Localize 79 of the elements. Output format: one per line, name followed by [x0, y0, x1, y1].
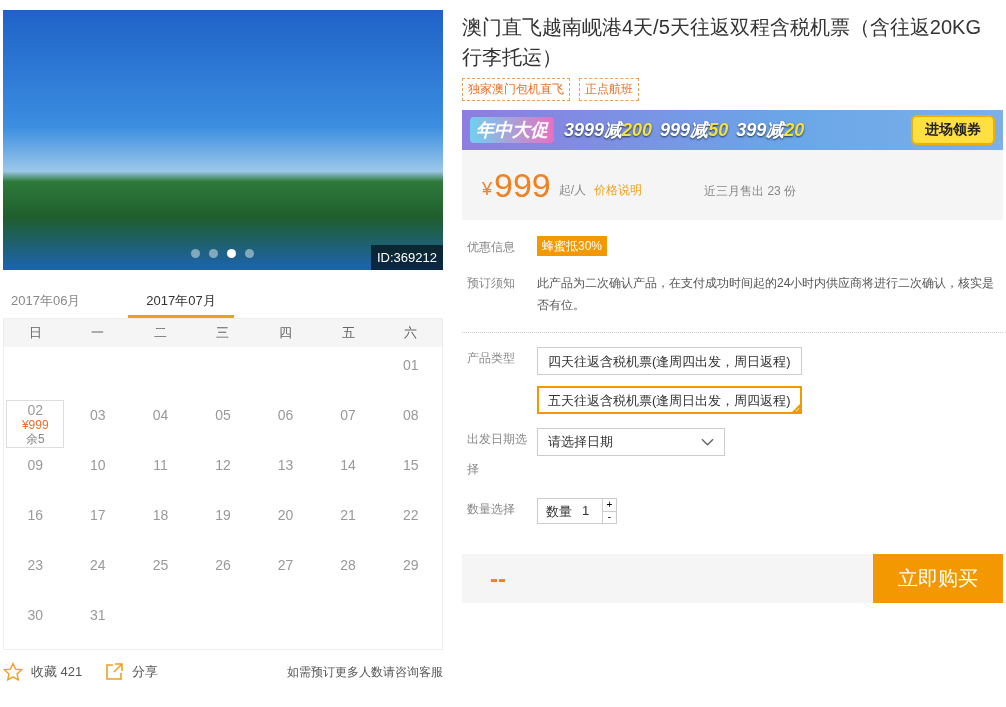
- calendar-day[interactable]: 19: [194, 500, 252, 548]
- price-unit: 起/人: [558, 181, 587, 199]
- calendar-day[interactable]: 02 ¥999 余5: [6, 400, 65, 448]
- calendar-day[interactable]: 22: [381, 500, 440, 548]
- calendar-day[interactable]: 20: [256, 500, 315, 548]
- calendar-day[interactable]: 24: [68, 550, 127, 598]
- calendar-day[interactable]: 04: [131, 400, 190, 448]
- check-icon: [791, 404, 800, 412]
- consult-note: 如需预订更多人数请咨询客服: [287, 663, 443, 681]
- field-label: 优惠信息: [466, 239, 516, 256]
- weekday-label: 三: [215, 324, 231, 342]
- share-icon[interactable]: [104, 662, 125, 682]
- product-option[interactable]: 四天往返含税机票(逢周四出发，周日返程): [537, 347, 802, 375]
- banner-offer: 399减20: [736, 119, 805, 142]
- calendar-day[interactable]: 23: [6, 550, 65, 598]
- month-tab[interactable]: 2017年06月: [3, 286, 108, 318]
- star-icon[interactable]: [3, 662, 23, 682]
- calendar-day[interactable]: 12: [194, 450, 252, 498]
- feature-tag: 正点航班: [579, 78, 639, 101]
- field-label: 出发日期选择: [466, 431, 528, 478]
- calendar-day[interactable]: 01: [381, 350, 440, 398]
- product-title: 澳门直飞越南岘港4天/5天往返双程含税机票（含往返20KG行李托运）: [462, 15, 982, 70]
- quantity-stepper[interactable]: 数量 1 + -: [537, 498, 617, 524]
- calendar-day[interactable]: 31: [68, 600, 127, 648]
- banner-headline: 年中大促: [470, 117, 554, 143]
- weekday-label: 二: [152, 324, 168, 342]
- carousel-dot[interactable]: [209, 249, 218, 258]
- coupon-button[interactable]: 进场领券: [911, 115, 995, 145]
- weekday-label: 一: [90, 324, 106, 342]
- calendar-day[interactable]: 26: [194, 550, 252, 598]
- field-label: 预订须知: [466, 275, 516, 292]
- price-info-link[interactable]: 价格说明: [594, 181, 643, 199]
- discount-badge: 蜂蜜抵30%: [537, 236, 608, 256]
- sales-count: 近三月售出 23 份: [704, 182, 797, 200]
- calendar-day[interactable]: 14: [319, 450, 378, 498]
- promo-banner[interactable]: 年中大促 3999减200 999减50 399减20 进场领券: [462, 110, 1003, 150]
- calendar-day[interactable]: 29: [381, 550, 440, 598]
- banner-offer: 999减50: [660, 119, 729, 142]
- calendar-day[interactable]: 21: [319, 500, 378, 548]
- calendar-day[interactable]: 15: [381, 450, 440, 498]
- weekday-label: 日: [27, 324, 43, 342]
- chevron-down-icon: [701, 438, 714, 446]
- carousel-dot[interactable]: [245, 249, 254, 258]
- total-price: --: [489, 564, 506, 593]
- feature-tag: 独家澳门包机直飞: [462, 78, 570, 101]
- calendar-day[interactable]: 17: [68, 500, 127, 548]
- calendar-day[interactable]: 10: [68, 450, 127, 498]
- calendar-day[interactable]: 05: [194, 400, 252, 448]
- calendar-day[interactable]: 25: [131, 550, 190, 598]
- favorite-count[interactable]: 收藏 421: [31, 663, 83, 681]
- calendar-day[interactable]: 13: [256, 450, 315, 498]
- calendar-day[interactable]: 27: [256, 550, 315, 598]
- calendar-day[interactable]: 03: [68, 400, 127, 448]
- increment-button[interactable]: +: [603, 499, 616, 512]
- id-badge: ID:369212: [371, 245, 443, 270]
- calendar-day[interactable]: 16: [6, 500, 65, 548]
- share-link[interactable]: 分享: [132, 663, 159, 681]
- carousel-dot[interactable]: [191, 249, 200, 258]
- carousel-dot[interactable]: [227, 249, 236, 258]
- calendar-day[interactable]: 11: [131, 450, 190, 498]
- field-label: 数量选择: [466, 501, 516, 518]
- currency-sign: ¥: [482, 178, 492, 200]
- date-select[interactable]: 请选择日期: [537, 428, 725, 456]
- banner-offer: 3999减200: [564, 119, 653, 142]
- weekday-label: 五: [340, 324, 356, 342]
- weekday-label: 六: [403, 324, 419, 342]
- weekday-label: 四: [278, 324, 294, 342]
- buy-now-button[interactable]: 立即购买: [873, 554, 1003, 603]
- calendar-day[interactable]: 30: [6, 600, 65, 648]
- calendar-day[interactable]: 06: [256, 400, 315, 448]
- price-amount: 999: [494, 165, 551, 205]
- calendar-day[interactable]: 18: [131, 500, 190, 548]
- field-label: 产品类型: [466, 350, 516, 367]
- calendar-day[interactable]: 07: [319, 400, 378, 448]
- calendar-day[interactable]: 28: [319, 550, 378, 598]
- booking-notice: 此产品为二次确认产品，在支付成功时间起的24小时内供应商将进行二次确认，核实是否有位。: [537, 275, 996, 314]
- calendar-day[interactable]: 09: [6, 450, 65, 498]
- product-option[interactable]: 五天往返含税机票(逢周日出发，周四返程): [537, 386, 802, 414]
- calendar-day[interactable]: 08: [381, 400, 440, 448]
